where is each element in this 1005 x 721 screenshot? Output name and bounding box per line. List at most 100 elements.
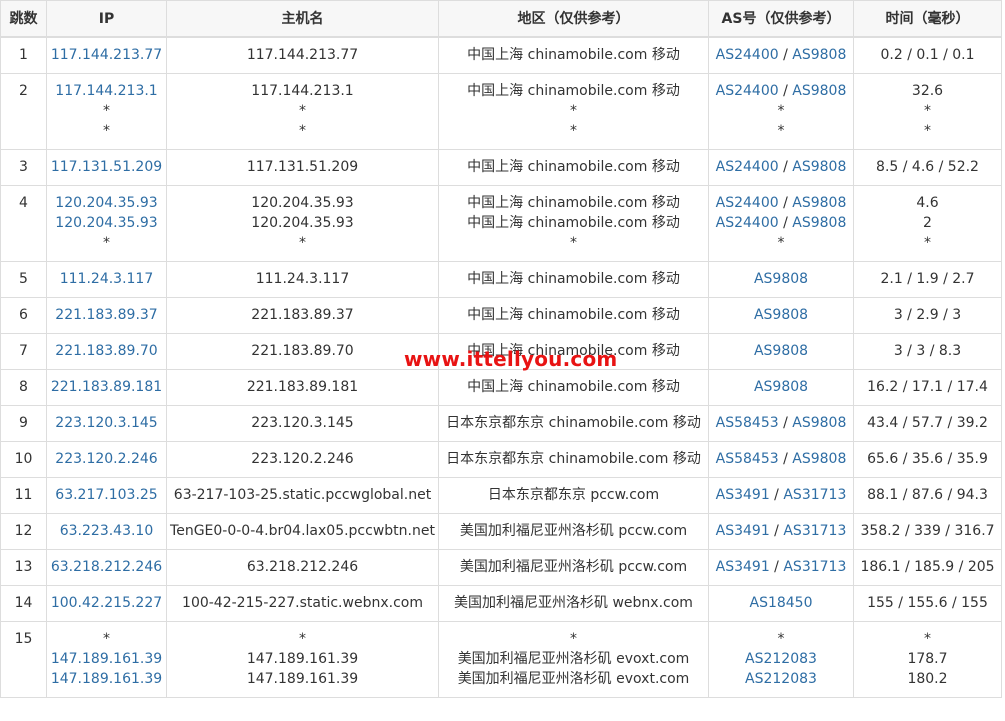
ip-link[interactable]: 117.144.213.1 bbox=[55, 83, 157, 99]
time-line: * bbox=[924, 123, 931, 139]
time-cell: 3 / 2.9 / 3 bbox=[853, 297, 1002, 334]
as-link[interactable]: AS24400 bbox=[716, 83, 779, 99]
as-link[interactable]: AS3491 bbox=[716, 523, 770, 539]
as-link[interactable]: AS9808 bbox=[792, 159, 846, 175]
hop-number: 9 bbox=[0, 405, 47, 442]
ip-link[interactable]: 111.24.3.117 bbox=[60, 271, 154, 287]
as-link[interactable]: AS24400 bbox=[716, 215, 779, 231]
time-cell: 186.1 / 185.9 / 205 bbox=[853, 549, 1002, 586]
hop-number: 6 bbox=[0, 297, 47, 334]
table-row: 11 63.217.103.25 63-217-103-25.static.pccw… bbox=[0, 477, 1002, 514]
time-line: 180.2 bbox=[907, 671, 948, 687]
region-line: * bbox=[570, 235, 577, 251]
as-link[interactable]: AS9808 bbox=[754, 271, 808, 287]
time-line: 358.2 / 339 / 316.7 bbox=[860, 523, 995, 539]
as-link[interactable]: AS31713 bbox=[783, 523, 846, 539]
time-line: * bbox=[924, 103, 931, 119]
ip-link[interactable]: 120.204.35.93 bbox=[55, 215, 157, 231]
ip-timeout: * bbox=[103, 235, 110, 251]
ip-link[interactable]: 120.204.35.93 bbox=[55, 195, 157, 211]
as-separator: / bbox=[778, 83, 793, 99]
header-hop: 跳数 bbox=[0, 0, 47, 38]
as-link[interactable]: AS212083 bbox=[745, 671, 817, 687]
ip-link[interactable]: 221.183.89.70 bbox=[55, 343, 157, 359]
region-line: 中国上海 chinamobile.com 移动 bbox=[467, 271, 680, 287]
as-link[interactable]: AS9808 bbox=[792, 415, 846, 431]
as-cell: AS3491 / AS31713 bbox=[708, 477, 854, 514]
host-cell: 223.120.3.145 bbox=[166, 405, 439, 442]
time-line: * bbox=[924, 235, 931, 251]
ip-link[interactable]: 221.183.89.37 bbox=[55, 307, 157, 323]
region-line: 日本东京都东京 chinamobile.com 移动 bbox=[446, 415, 701, 431]
ip-link[interactable]: 63.218.212.246 bbox=[51, 559, 162, 575]
hop-number: 11 bbox=[0, 477, 47, 514]
ip-link[interactable]: 223.120.3.145 bbox=[55, 415, 157, 431]
as-link[interactable]: AS24400 bbox=[716, 47, 779, 63]
ip-line: 223.120.3.145 bbox=[48, 413, 166, 433]
ip-link[interactable]: 63.217.103.25 bbox=[55, 487, 157, 503]
host-cell: 221.183.89.37 bbox=[166, 297, 439, 334]
as-link[interactable]: AS9808 bbox=[754, 343, 808, 359]
ip-link[interactable]: 147.189.161.39 bbox=[51, 651, 162, 667]
ip-cell: 63.223.43.10 bbox=[46, 513, 167, 550]
ip-line: * bbox=[48, 121, 166, 141]
as-link[interactable]: AS3491 bbox=[716, 487, 770, 503]
time-cell: 4.6 2 * bbox=[853, 185, 1002, 262]
as-link[interactable]: AS24400 bbox=[716, 159, 779, 175]
ip-line: 63.217.103.25 bbox=[48, 485, 166, 505]
as-link[interactable]: AS9808 bbox=[792, 83, 846, 99]
ip-link[interactable]: 63.223.43.10 bbox=[60, 523, 154, 539]
as-link[interactable]: AS24400 bbox=[716, 195, 779, 211]
host-line: 117.144.213.1 bbox=[251, 83, 354, 99]
as-link[interactable]: AS9808 bbox=[792, 195, 846, 211]
ip-link[interactable]: 223.120.2.246 bbox=[55, 451, 157, 467]
as-link[interactable]: AS9808 bbox=[792, 451, 846, 467]
as-cell: * AS212083 AS212083 bbox=[708, 621, 854, 698]
region-line: 美国加利福尼亚州洛杉矶 webnx.com bbox=[454, 595, 693, 611]
region-line: 美国加利福尼亚州洛杉矶 pccw.com bbox=[459, 559, 688, 575]
ip-cell: 111.24.3.117 bbox=[46, 261, 167, 298]
as-link[interactable]: AS18450 bbox=[750, 595, 813, 611]
as-separator: / bbox=[778, 159, 793, 175]
as-cell: AS24400 / AS9808 bbox=[708, 149, 854, 186]
as-link[interactable]: AS212083 bbox=[745, 651, 817, 667]
ip-link[interactable]: 221.183.89.181 bbox=[51, 379, 162, 395]
region-cell: 中国上海 chinamobile.com 移动 bbox=[438, 261, 709, 298]
as-line: AS9808 bbox=[710, 341, 853, 361]
header-as: AS号（仅供参考） bbox=[708, 0, 854, 38]
as-link[interactable]: AS31713 bbox=[783, 487, 846, 503]
time-line: 2 bbox=[923, 215, 932, 231]
as-timeout: * bbox=[777, 631, 785, 647]
ip-line: 117.144.213.1 bbox=[48, 81, 166, 101]
as-link[interactable]: AS9808 bbox=[754, 379, 808, 395]
as-separator: / bbox=[778, 215, 793, 231]
host-line: 221.183.89.181 bbox=[246, 379, 359, 395]
time-cell: 16.2 / 17.1 / 17.4 bbox=[853, 369, 1002, 406]
as-link[interactable]: AS58453 bbox=[716, 415, 779, 431]
ip-timeout: * bbox=[103, 631, 110, 647]
ip-link[interactable]: 117.131.51.209 bbox=[51, 159, 162, 175]
as-link[interactable]: AS9808 bbox=[754, 307, 808, 323]
ip-link[interactable]: 117.144.213.77 bbox=[51, 47, 162, 63]
time-cell: 65.6 / 35.6 / 35.9 bbox=[853, 441, 1002, 478]
host-cell: 117.144.213.1 * * bbox=[166, 73, 439, 150]
ip-link[interactable]: 100.42.215.227 bbox=[51, 595, 162, 611]
as-line: AS9808 bbox=[710, 377, 853, 397]
as-link[interactable]: AS31713 bbox=[783, 559, 846, 575]
header-host: 主机名 bbox=[166, 0, 439, 38]
hop-number: 14 bbox=[0, 585, 47, 622]
host-line: 223.120.2.246 bbox=[251, 451, 354, 467]
as-timeout: * bbox=[777, 103, 785, 119]
as-link[interactable]: AS3491 bbox=[716, 559, 770, 575]
as-link[interactable]: AS58453 bbox=[716, 451, 779, 467]
table-row: 13 63.218.212.246 63.218.212.246 美国加利福尼亚州洛杉… bbox=[0, 549, 1002, 586]
as-line: AS3491 / AS31713 bbox=[710, 557, 853, 577]
as-cell: AS24400 / AS9808 * * bbox=[708, 73, 854, 150]
time-cell: 32.6 * * bbox=[853, 73, 1002, 150]
ip-link[interactable]: 147.189.161.39 bbox=[51, 671, 162, 687]
host-cell: 117.131.51.209 bbox=[166, 149, 439, 186]
as-link[interactable]: AS9808 bbox=[792, 47, 846, 63]
table-row: 3 117.131.51.209 117.131.51.209 中国上海 chinam… bbox=[0, 149, 1002, 186]
region-cell: 中国上海 chinamobile.com 移动 bbox=[438, 333, 709, 370]
as-link[interactable]: AS9808 bbox=[792, 215, 846, 231]
